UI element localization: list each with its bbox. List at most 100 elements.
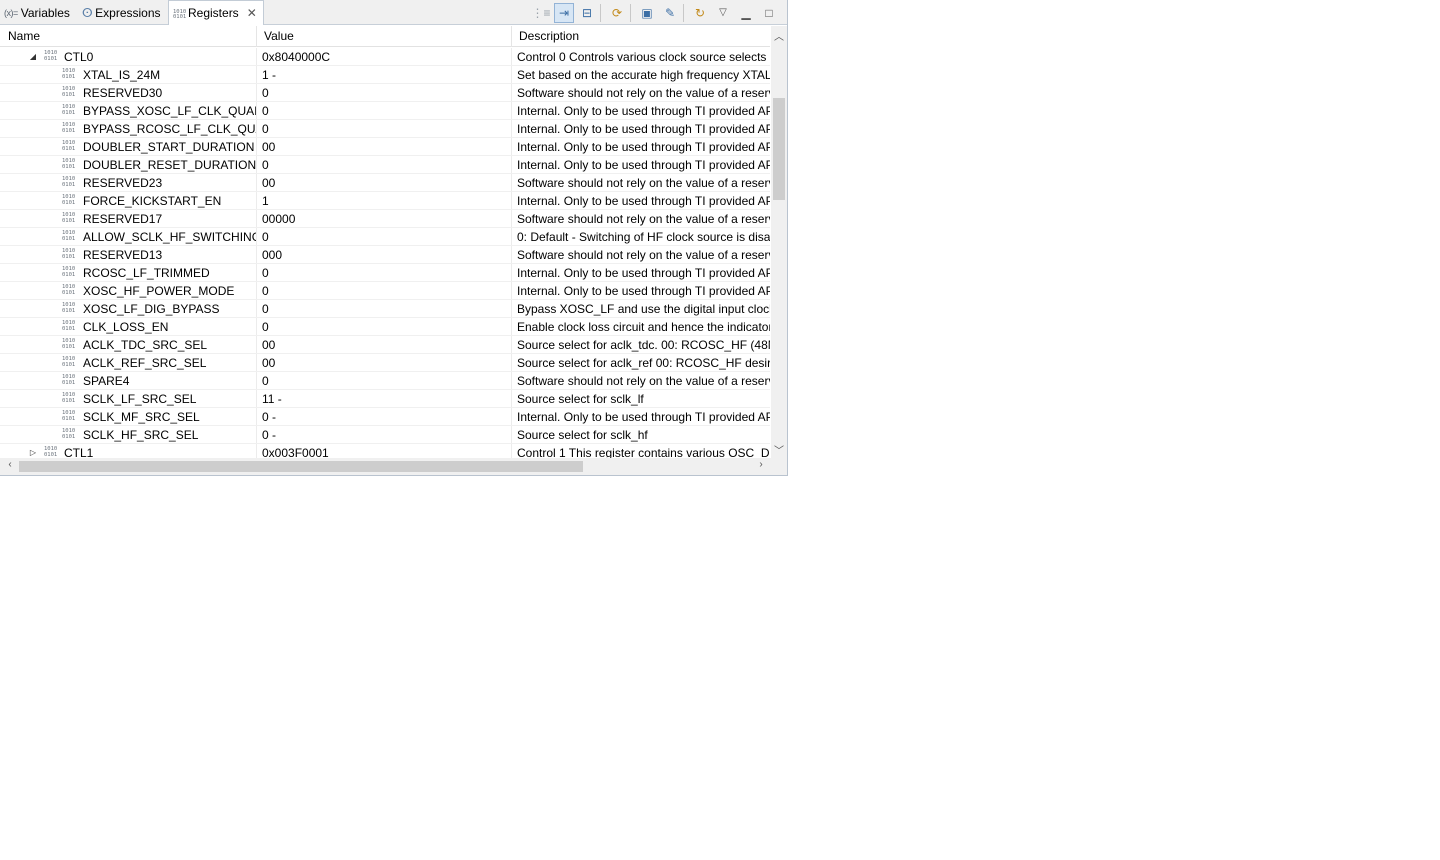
register-value[interactable]: 000: [257, 246, 511, 264]
register-value[interactable]: 0: [257, 228, 511, 246]
field-row[interactable]: 1010 0101 ALLOW_SCLK_HF_SWITCHING 0 0: Defa…: [0, 228, 770, 246]
name-cell: 1010 0101 SPARE4: [0, 372, 256, 390]
register-value[interactable]: 0: [257, 156, 511, 174]
register-value[interactable]: 0x8040000C: [257, 48, 511, 66]
field-row[interactable]: 1010 0101 BYPASS_XOSC_LF_CLK_QUAL 0 Interna…: [0, 102, 770, 120]
new-group-icon[interactable]: ▣: [637, 3, 657, 23]
minimize-icon[interactable]: ▁: [736, 3, 756, 23]
register-value[interactable]: 0: [257, 372, 511, 390]
register-name: RCOSC_LF_TRIMMED: [83, 266, 210, 280]
register-value[interactable]: 1: [257, 192, 511, 210]
maximize-icon[interactable]: □: [759, 3, 779, 23]
scroll-up-arrow-icon[interactable]: ︿: [771, 28, 787, 43]
register-value[interactable]: 0x003F0001: [257, 444, 511, 458]
register-value[interactable]: 0: [257, 264, 511, 282]
field-row[interactable]: 1010 0101 CLK_LOSS_EN 0 Enable clock loss c…: [0, 318, 770, 336]
scrollbar-corner: [771, 458, 787, 475]
register-name: RESERVED13: [83, 248, 163, 262]
name-cell: 1010 0101 BYPASS_RCOSC_LF_CLK_QUAL: [0, 120, 256, 138]
register-value[interactable]: 0: [257, 120, 511, 138]
tab-expressions[interactable]: ⵙ Expressions: [82, 0, 161, 25]
register-description: Internal. Only to be used through TI pro…: [517, 266, 770, 280]
continuous-refresh-icon[interactable]: ↻: [690, 3, 710, 23]
scroll-down-arrow-icon[interactable]: ﹀: [771, 442, 787, 457]
bitfield-icon: 1010 0101: [62, 374, 76, 386]
register-description: Software should not rely on the value of…: [517, 248, 770, 262]
scroll-right-arrow-icon[interactable]: ›: [753, 459, 769, 470]
column-value-header[interactable]: Value: [256, 26, 294, 46]
tab-expressions-label: Expressions: [95, 5, 161, 20]
register-value[interactable]: 0 -: [257, 426, 511, 444]
register-name: CTL1: [64, 446, 94, 458]
register-value[interactable]: 1 -: [257, 66, 511, 84]
link-with-editor-icon[interactable]: ⇥: [554, 2, 574, 23]
register-value[interactable]: 00: [257, 354, 511, 372]
field-row[interactable]: 1010 0101 XTAL_IS_24M 1 - Set based on the …: [0, 66, 770, 84]
register-icon: 1010 0101: [44, 50, 58, 62]
field-row[interactable]: 1010 0101 FORCE_KICKSTART_EN 1 Internal. On…: [0, 192, 770, 210]
field-row[interactable]: 1010 0101 RESERVED13 000 Software should no…: [0, 246, 770, 264]
register-row[interactable]: ◢ 1010 0101 CTL0 0x8040000C Control 0 Contro…: [0, 48, 770, 66]
name-cell: 1010 0101 CLK_LOSS_EN: [0, 318, 256, 336]
field-row[interactable]: 1010 0101 RESERVED17 00000 Software should …: [0, 210, 770, 228]
bitfield-icon: 1010 0101: [62, 176, 76, 188]
field-row[interactable]: 1010 0101 RESERVED23 00 Software should not…: [0, 174, 770, 192]
scroll-left-arrow-icon[interactable]: ‹: [2, 459, 18, 470]
field-row[interactable]: 1010 0101 BYPASS_RCOSC_LF_CLK_QUAL 0 Intern…: [0, 120, 770, 138]
register-name: SCLK_MF_SRC_SEL: [83, 410, 200, 424]
edit-group-icon[interactable]: ✎: [660, 3, 680, 23]
register-name: BYPASS_RCOSC_LF_CLK_QUAL: [83, 122, 256, 136]
field-row[interactable]: 1010 0101 RESERVED30 0 Software should not …: [0, 84, 770, 102]
field-row[interactable]: 1010 0101 DOUBLER_RESET_DURATION 0 Internal…: [0, 156, 770, 174]
register-value[interactable]: 0: [257, 300, 511, 318]
register-value[interactable]: 0: [257, 282, 511, 300]
expand-twisty-icon[interactable]: ▷: [28, 444, 38, 458]
register-value[interactable]: 00: [257, 174, 511, 192]
register-value[interactable]: 0: [257, 318, 511, 336]
field-row[interactable]: 1010 0101 ACLK_REF_SRC_SEL 00 Source select…: [0, 354, 770, 372]
collapse-all-disabled-icon[interactable]: ⋮≡: [531, 3, 551, 23]
field-row[interactable]: 1010 0101 RCOSC_LF_TRIMMED 0 Internal. Only…: [0, 264, 770, 282]
field-row[interactable]: 1010 0101 SCLK_LF_SRC_SEL 11 - Source selec…: [0, 390, 770, 408]
field-row[interactable]: 1010 0101 DOUBLER_START_DURATION 00 Interna…: [0, 138, 770, 156]
name-cell: 1010 0101 SCLK_HF_SRC_SEL: [0, 426, 256, 444]
register-value[interactable]: 0 -: [257, 408, 511, 426]
refresh-registers-icon[interactable]: ⟳: [607, 3, 627, 23]
field-row[interactable]: 1010 0101 SPARE4 0 Software should not rely…: [0, 372, 770, 390]
field-row[interactable]: 1010 0101 SCLK_MF_SRC_SEL 0 - Internal. Onl…: [0, 408, 770, 426]
horizontal-scrollbar[interactable]: ‹ ›: [0, 458, 771, 475]
bitfield-icon: 1010 0101: [62, 212, 76, 224]
register-description: Control 0 Controls various clock source …: [517, 50, 770, 64]
name-cell: 1010 0101 RESERVED23: [0, 174, 256, 192]
register-description: Bypass XOSC_LF and use the digital input…: [517, 302, 770, 316]
register-value[interactable]: 11 -: [257, 390, 511, 408]
field-row[interactable]: 1010 0101 ACLK_TDC_SRC_SEL 00 Source select…: [0, 336, 770, 354]
horizontal-scroll-thumb[interactable]: [19, 461, 583, 472]
collapse-all-icon[interactable]: ⊟: [577, 3, 597, 23]
field-row[interactable]: 1010 0101 XOSC_HF_POWER_MODE 0 Internal. On…: [0, 282, 770, 300]
registers-icon: 1010 0101: [173, 8, 187, 20]
view-menu-icon[interactable]: ▽: [713, 3, 733, 23]
name-cell: 1010 0101 DOUBLER_START_DURATION: [0, 138, 256, 156]
tab-registers[interactable]: 1010 0101 Registers ✕: [168, 0, 264, 25]
register-name: SCLK_HF_SRC_SEL: [83, 428, 199, 442]
register-name: ALLOW_SCLK_HF_SWITCHING: [83, 230, 256, 244]
register-description: Software should not rely on the value of…: [517, 374, 770, 388]
column-name-header[interactable]: Name: [0, 26, 40, 46]
tab-variables[interactable]: (x)= Variables: [4, 0, 70, 25]
register-value[interactable]: 0: [257, 84, 511, 102]
register-description: Internal. Only to be used through TI pro…: [517, 122, 770, 136]
register-value[interactable]: 00: [257, 336, 511, 354]
register-value[interactable]: 0: [257, 102, 511, 120]
vertical-scroll-thumb[interactable]: [773, 98, 785, 200]
register-value[interactable]: 00000: [257, 210, 511, 228]
column-description-header[interactable]: Description: [511, 26, 579, 46]
field-row[interactable]: 1010 0101 SCLK_HF_SRC_SEL 0 - Source select…: [0, 426, 770, 444]
vertical-scrollbar[interactable]: ︿ ﹀: [771, 26, 787, 458]
register-row[interactable]: ▷ 1010 0101 CTL1 0x003F0001 Control 1 This r…: [0, 444, 770, 458]
close-tab-icon[interactable]: ✕: [247, 6, 257, 20]
name-cell: 1010 0101 RCOSC_LF_TRIMMED: [0, 264, 256, 282]
register-value[interactable]: 00: [257, 138, 511, 156]
field-row[interactable]: 1010 0101 XOSC_LF_DIG_BYPASS 0 Bypass XOSC_…: [0, 300, 770, 318]
collapse-twisty-icon[interactable]: ◢: [28, 48, 38, 66]
